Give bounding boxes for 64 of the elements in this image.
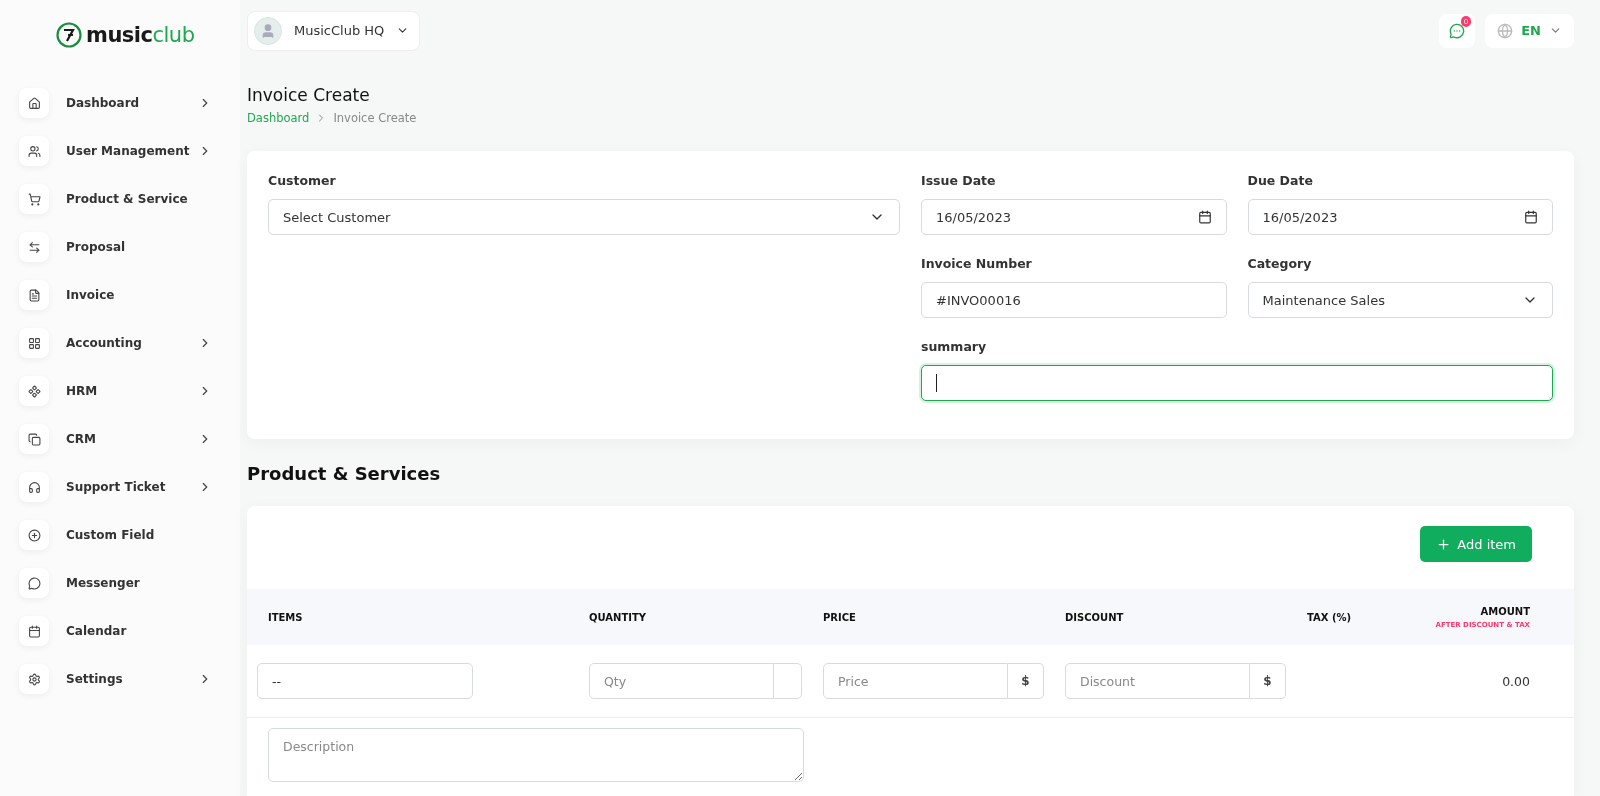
- sidebar-item[interactable]: Calendar: [19, 616, 240, 646]
- price-field[interactable]: Price: [823, 663, 1008, 699]
- date-field[interactable]: 16/05/2023: [1247, 199, 1553, 235]
- calendar-icon: [19, 616, 49, 646]
- chat-icon: [19, 568, 49, 598]
- select-field[interactable]: Maintenance Sales: [1247, 282, 1553, 318]
- workspace-switcher[interactable]: MusicClub HQ: [247, 10, 421, 51]
- chat-icon: [1449, 22, 1466, 39]
- date-field[interactable]: 16/05/2023: [921, 199, 1227, 235]
- section-title: Product & Services: [247, 463, 442, 484]
- headphones-icon: [19, 472, 49, 502]
- sidebar-item[interactable]: Accounting: [19, 328, 240, 358]
- column-header: TAX (%): [1307, 611, 1352, 623]
- gear-icon: [19, 664, 49, 694]
- sidebar-item[interactable]: Messenger: [19, 568, 240, 598]
- item-field[interactable]: --: [257, 663, 473, 699]
- currency-addon: $: [1250, 663, 1286, 699]
- notification-badge: 0: [1460, 15, 1472, 27]
- column-header: QUANTITY: [589, 611, 647, 623]
- sidebar-item[interactable]: HRM: [19, 376, 240, 406]
- globe-icon: [1497, 22, 1514, 39]
- grid-icon: [19, 328, 49, 358]
- field-label: Due Date: [1247, 173, 1314, 188]
- sidebar-item[interactable]: Proposal: [19, 232, 240, 262]
- arrows-icon: [19, 232, 49, 262]
- field-label: Issue Date: [921, 173, 997, 188]
- sidebar-item[interactable]: Dashboard: [19, 88, 240, 118]
- field-label: summary: [921, 339, 988, 354]
- field-label: Category: [1247, 256, 1313, 271]
- avatar-icon: [254, 16, 282, 45]
- sidebar-item[interactable]: Custom Field: [19, 520, 240, 550]
- text-cursor: [936, 374, 937, 392]
- plus-icon: [1436, 536, 1452, 552]
- sidebar-item[interactable]: Product & Service: [19, 184, 240, 214]
- field-label: Invoice Number: [921, 256, 1033, 271]
- logo-wordmark: musicclub: [86, 23, 195, 47]
- currency-addon: $: [1008, 663, 1044, 699]
- component-icon: [19, 376, 49, 406]
- sidebar-item[interactable]: Settings: [19, 664, 240, 694]
- calendar-icon: [1524, 210, 1538, 224]
- sidebar-item[interactable]: Support Ticket: [19, 472, 240, 502]
- cart-icon: [19, 184, 49, 214]
- users-icon: [19, 136, 49, 166]
- description-field[interactable]: Description: [268, 728, 804, 782]
- sidebar-item[interactable]: CRM: [19, 424, 240, 454]
- column-header: DISCOUNT: [1065, 611, 1124, 623]
- select-field[interactable]: Select Customer: [268, 199, 900, 235]
- field-label: Customer: [268, 173, 337, 188]
- column-header: ITEMS: [268, 611, 303, 623]
- logo-icon: [56, 22, 82, 48]
- column-header: AMOUNT: [1480, 605, 1530, 617]
- document-icon: [19, 280, 49, 310]
- summary-field[interactable]: [921, 365, 1553, 401]
- quantity-field[interactable]: Qty: [589, 663, 774, 699]
- sidebar-item[interactable]: User Management: [19, 136, 240, 166]
- calendar-icon: [1197, 210, 1212, 224]
- input-field[interactable]: #INVO00016: [921, 282, 1227, 318]
- copy-icon: [19, 424, 49, 454]
- home-icon: [19, 88, 49, 118]
- amount-value: 0.00: [1502, 673, 1530, 689]
- sidebar-item[interactable]: Invoice: [19, 280, 240, 310]
- column-header: PRICE: [823, 611, 856, 623]
- page-title: Invoice Create: [247, 85, 371, 105]
- discount-field[interactable]: Discount: [1065, 663, 1250, 699]
